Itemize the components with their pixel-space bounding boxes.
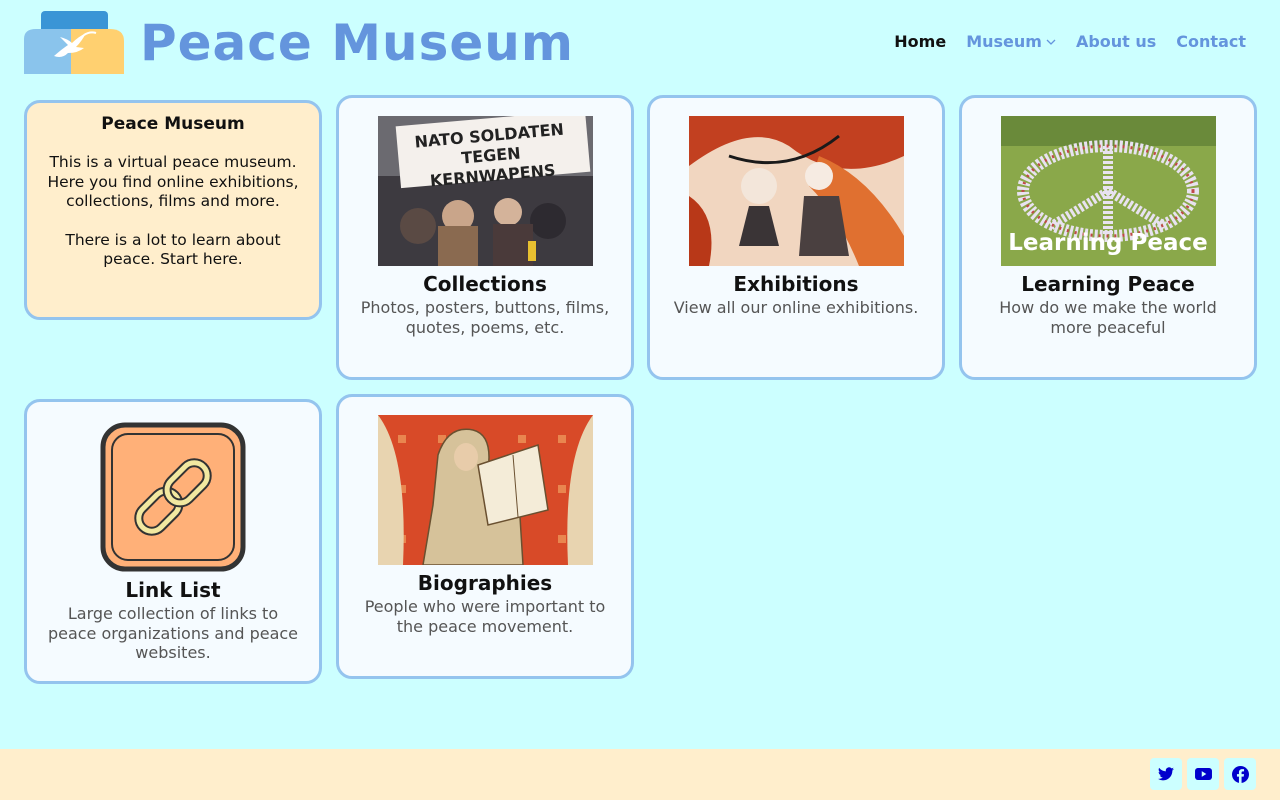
link-list-title[interactable]: Link List: [27, 576, 319, 604]
intro-text: This is a virtual peace museum. Here you…: [47, 153, 299, 210]
exhibitions-card[interactable]: Exhibitions View all our online exhibiti…: [647, 95, 945, 380]
nav-contact[interactable]: Contact: [1176, 32, 1246, 51]
facebook-icon[interactable]: [1224, 758, 1256, 790]
biographies-desc: People who were important to the peace m…: [364, 597, 606, 636]
nav-about[interactable]: About us: [1076, 32, 1156, 51]
learning-peace-desc: How do we make the world more peaceful: [999, 298, 1217, 337]
chain-link-icon: [100, 422, 246, 572]
biographies-card[interactable]: Biographies People who were important to…: [336, 394, 634, 679]
exhibitions-image: [688, 116, 904, 266]
chevron-down-icon: [1046, 39, 1056, 45]
learning-peace-overlay: Learning Peace: [1008, 230, 1208, 256]
collections-card[interactable]: NATO SOLDATEN TEGEN KERNWAPENS Collectio…: [336, 95, 634, 380]
collections-image: NATO SOLDATEN TEGEN KERNWAPENS: [377, 116, 593, 266]
main-nav: Home Museum About us Contact: [894, 32, 1246, 51]
youtube-icon[interactable]: [1187, 758, 1219, 790]
site-title[interactable]: Peace Museum: [140, 12, 574, 74]
intro-title: Peace Museum: [101, 114, 245, 134]
exhibitions-title[interactable]: Exhibitions: [650, 270, 942, 298]
nav-museum-label: Museum: [966, 32, 1042, 51]
learning-peace-image: Learning Peace: [1000, 116, 1216, 266]
collections-desc: Photos, posters, buttons, films, quotes,…: [360, 298, 610, 337]
learning-peace-card[interactable]: Learning Peace Learning Peace How do we …: [959, 95, 1257, 380]
twitter-icon[interactable]: [1150, 758, 1182, 790]
learning-peace-title[interactable]: Learning Peace: [962, 270, 1254, 298]
link-list-card[interactable]: Link List Large collection of links to p…: [24, 399, 322, 684]
collections-title[interactable]: Collections: [339, 270, 631, 298]
exhibitions-desc: View all our online exhibitions.: [673, 298, 919, 317]
nav-home[interactable]: Home: [894, 32, 946, 51]
biographies-image: [377, 415, 593, 565]
intro-card: Peace Museum This is a virtual peace mus…: [24, 100, 322, 320]
dove-logo-icon[interactable]: [24, 11, 124, 74]
nav-museum[interactable]: Museum: [966, 32, 1056, 51]
biographies-title[interactable]: Biographies: [339, 569, 631, 597]
intro-text-secondary: There is a lot to learn about peace. Sta…: [65, 230, 281, 269]
link-list-desc: Large collection of links to peace organ…: [47, 604, 299, 662]
site-header: Peace Museum Home Museum About us Contac…: [0, 0, 1280, 90]
site-footer: [0, 749, 1280, 800]
